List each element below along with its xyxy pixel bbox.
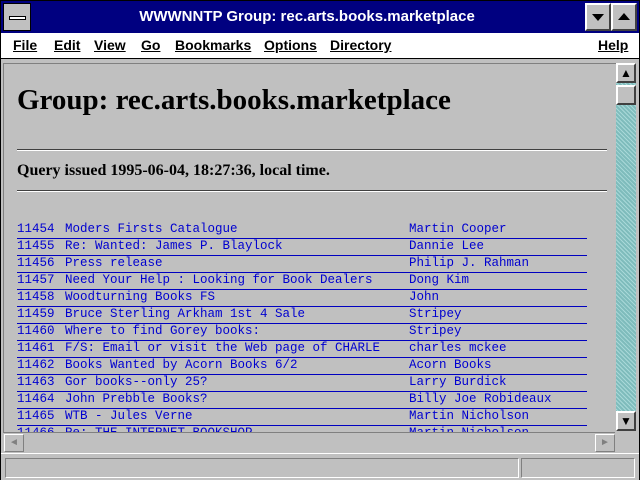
article-number: 11462 bbox=[17, 358, 55, 372]
article-subject: Where to find Gorey books: bbox=[65, 324, 261, 338]
article-author: Dannie Lee bbox=[409, 239, 485, 253]
article-link[interactable]: 11464 John Prebble Books? Billy Joe Robide… bbox=[17, 392, 587, 409]
article-link[interactable]: 11459 Bruce Sterling Arkham 1st 4 Sale Str… bbox=[17, 307, 587, 324]
vertical-scrollbar[interactable]: ▲ ▼ bbox=[616, 63, 636, 431]
article-subject: Press release bbox=[65, 256, 163, 270]
menu-view[interactable]: View bbox=[94, 33, 126, 58]
menu-bookmarks[interactable]: Bookmarks bbox=[175, 33, 251, 58]
arrow-up-icon: ▲ bbox=[620, 66, 632, 80]
horizontal-scrollbar[interactable]: ◄ ► bbox=[3, 432, 615, 452]
menu-help[interactable]: Help bbox=[598, 33, 628, 58]
article-number: 11454 bbox=[17, 222, 55, 236]
arrow-down-icon: ▼ bbox=[620, 414, 632, 428]
article-link[interactable]: 11456 Press release Philip J. Rahman bbox=[17, 256, 587, 273]
minimize-button[interactable] bbox=[585, 3, 611, 31]
article-subject: Moders Firsts Catalogue bbox=[65, 222, 238, 236]
arrow-right-icon: ► bbox=[600, 437, 610, 448]
menu-go[interactable]: Go bbox=[141, 33, 160, 58]
article-subject: Need Your Help : Looking for Book Dealer… bbox=[65, 273, 373, 287]
article-subject: Books Wanted by Acorn Books 6/2 bbox=[65, 358, 298, 372]
article-number: 11460 bbox=[17, 324, 55, 338]
arrow-left-icon: ◄ bbox=[9, 437, 19, 448]
article-link[interactable]: 11463 Gor books--only 25? Larry Burdick bbox=[17, 375, 587, 392]
article-subject: Bruce Sterling Arkham 1st 4 Sale bbox=[65, 307, 306, 321]
status-progress bbox=[521, 458, 635, 478]
article-subject: Woodturning Books FS bbox=[65, 290, 216, 304]
article-subject: WTB - Jules Verne bbox=[65, 409, 193, 423]
divider bbox=[17, 149, 607, 151]
title-bar[interactable]: WWWNNTP Group: rec.arts.books.marketplac… bbox=[1, 1, 639, 33]
status-message bbox=[5, 458, 519, 478]
article-subject: Re: Wanted: James P. Blaylock bbox=[65, 239, 283, 253]
scroll-up-button[interactable]: ▲ bbox=[616, 63, 636, 83]
menu-edit[interactable]: Edit bbox=[54, 33, 80, 58]
article-subject: Gor books--only 25? bbox=[65, 375, 208, 389]
article-author: charles mckee bbox=[409, 341, 507, 355]
divider bbox=[17, 190, 607, 192]
article-link[interactable]: 11461 F/S: Email or visit the Web page of… bbox=[17, 341, 587, 358]
article-number: 11458 bbox=[17, 290, 55, 304]
article-number: 11465 bbox=[17, 409, 55, 423]
article-link[interactable]: 11457 Need Your Help : Looking for Book D… bbox=[17, 273, 587, 290]
scroll-left-button[interactable]: ◄ bbox=[4, 434, 24, 452]
browser-window: WWWNNTP Group: rec.arts.books.marketplac… bbox=[0, 0, 640, 480]
menu-options[interactable]: Options bbox=[264, 33, 317, 58]
article-author: Stripey bbox=[409, 324, 462, 338]
scrollbar-corner bbox=[616, 432, 636, 452]
maximize-icon bbox=[618, 13, 630, 20]
article-list: 11454 Moders Firsts Catalogue Martin Coope… bbox=[17, 222, 587, 432]
article-number: 11463 bbox=[17, 375, 55, 389]
article-link[interactable]: 11462 Books Wanted by Acorn Books 6/2 Acor… bbox=[17, 358, 587, 375]
menu-directory[interactable]: Directory bbox=[330, 33, 391, 58]
scroll-down-button[interactable]: ▼ bbox=[616, 411, 636, 431]
article-link[interactable]: 11455 Re: Wanted: James P. Blaylock Dannie… bbox=[17, 239, 587, 256]
article-link[interactable]: 11454 Moders Firsts Catalogue Martin Coope… bbox=[17, 222, 587, 239]
menu-file[interactable]: File bbox=[13, 33, 37, 58]
article-author: Acorn Books bbox=[409, 358, 492, 372]
article-author: Larry Burdick bbox=[409, 375, 507, 389]
query-info: Query issued 1995-06-04, 18:27:36, local… bbox=[17, 162, 330, 179]
article-author: Martin Cooper bbox=[409, 222, 507, 236]
status-bar bbox=[1, 453, 639, 480]
page-title: Group: rec.arts.books.marketplace bbox=[17, 84, 451, 116]
window-title: WWWNNTP Group: rec.arts.books.marketplac… bbox=[139, 8, 475, 25]
article-subject: John Prebble Books? bbox=[65, 392, 208, 406]
article-number: 11456 bbox=[17, 256, 55, 270]
article-author: Stripey bbox=[409, 307, 462, 321]
article-author: Martin Nicholson bbox=[409, 409, 530, 423]
article-link[interactable]: 11458 Woodturning Books FS John bbox=[17, 290, 587, 307]
article-link[interactable]: 11460 Where to find Gorey books: Stripey bbox=[17, 324, 587, 341]
article-subject: F/S: Email or visit the Web page of CHAR… bbox=[65, 341, 381, 355]
article-author: Billy Joe Robideaux bbox=[409, 392, 552, 406]
article-number: 11457 bbox=[17, 273, 55, 287]
scroll-right-button[interactable]: ► bbox=[595, 434, 615, 452]
system-menu-icon[interactable] bbox=[3, 3, 31, 31]
article-author: Dong Kim bbox=[409, 273, 470, 287]
minimize-icon bbox=[592, 14, 604, 21]
article-author: John bbox=[409, 290, 440, 304]
maximize-button[interactable] bbox=[611, 3, 637, 31]
article-number: 11455 bbox=[17, 239, 55, 253]
article-number: 11464 bbox=[17, 392, 55, 406]
article-author: Philip J. Rahman bbox=[409, 256, 530, 270]
article-number: 11461 bbox=[17, 341, 55, 355]
document-view[interactable]: Group: rec.arts.books.marketplace Query … bbox=[3, 63, 616, 432]
article-link[interactable]: 11465 WTB - Jules Verne Martin Nicholson bbox=[17, 409, 587, 426]
scroll-thumb[interactable] bbox=[616, 85, 636, 105]
menu-bar: File Edit View Go Bookmarks Options Dire… bbox=[1, 33, 639, 59]
article-number: 11459 bbox=[17, 307, 55, 321]
